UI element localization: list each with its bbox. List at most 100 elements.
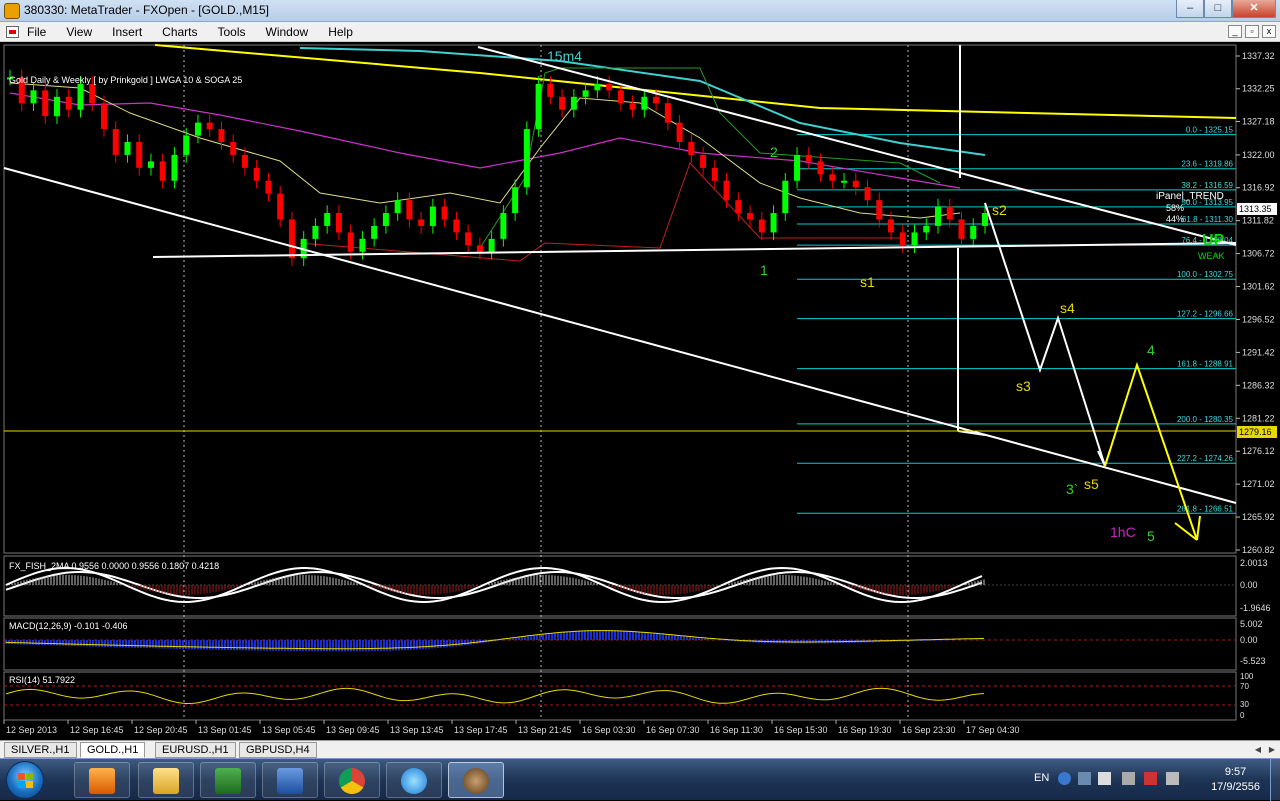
wave-label-2: 2: [770, 144, 778, 160]
menu-view[interactable]: View: [66, 25, 92, 39]
time-tick-label: 13 Sep 01:45: [198, 725, 252, 735]
candle-body: [277, 193, 284, 220]
tab-scroll-left-icon[interactable]: ◀: [1252, 743, 1264, 756]
menu-tools[interactable]: Tools: [218, 25, 246, 39]
rsi-line: [5, 687, 985, 704]
title-bar: 380330: MetaTrader - FXOpen - [GOLD.,M15…: [0, 0, 1280, 22]
help-icon[interactable]: [1058, 772, 1071, 785]
tab-silver[interactable]: SILVER.,H1: [4, 742, 77, 758]
price-tick-label: 1327.18: [1242, 116, 1275, 126]
language-indicator[interactable]: EN: [1034, 772, 1049, 784]
candle-body: [429, 206, 436, 226]
mdi-controls: _ ▫ x: [1225, 25, 1276, 38]
taskbar-explorer[interactable]: [138, 762, 194, 798]
menu-file[interactable]: File: [27, 25, 46, 39]
candle-body: [512, 187, 519, 214]
candle-body: [183, 135, 190, 155]
time-tick-label: 12 Sep 20:45: [134, 725, 188, 735]
mdi-close-button[interactable]: x: [1262, 25, 1276, 38]
tab-gbpusd[interactable]: GBPUSD,H4: [239, 742, 317, 758]
wave-label-3: 3`: [1066, 481, 1078, 497]
price-tick-label: 1306.72: [1242, 249, 1275, 259]
fib-level-label: 61.8 - 1311.30: [1182, 215, 1234, 224]
candle-body: [347, 232, 354, 252]
time-tick-label: 16 Sep 11:30: [710, 725, 763, 735]
red-channel-lower: [299, 162, 900, 262]
taskbar-excel[interactable]: [200, 762, 256, 798]
candle-body: [100, 103, 107, 130]
price-scale[interactable]: 1337.32 1332.25 1327.18 1322.00 1316.92 1311.…: [1236, 51, 1275, 555]
macd-scale-top: 5.002: [1240, 619, 1263, 629]
candle-body: [888, 219, 895, 233]
taskbar-internet-explorer[interactable]: [386, 762, 442, 798]
tab-gold[interactable]: GOLD.,H1: [80, 742, 146, 758]
system-clock[interactable]: 9:57 17/9/2556: [1211, 765, 1260, 795]
mdi-minimize-button[interactable]: _: [1228, 25, 1242, 38]
upper-trendline[interactable]: [477, 46, 1237, 246]
candle-body: [77, 83, 84, 110]
candle-body: [911, 232, 918, 246]
menu-insert[interactable]: Insert: [112, 25, 142, 39]
fish-scale-top: 2.0013: [1240, 558, 1268, 568]
yellow-trendline[interactable]: [154, 44, 1237, 119]
taskbar-metatrader[interactable]: [448, 762, 504, 798]
candle-body: [382, 213, 389, 226]
time-tick-label: 16 Sep 19:30: [838, 725, 892, 735]
candle-body: [629, 103, 636, 110]
candle-body: [371, 225, 378, 239]
chart-window[interactable]: 0.0 - 1325.15 23.6 - 1319.86 38.2 - 1316.5…: [0, 43, 1280, 740]
tab-eurusd[interactable]: EURUSD.,H1: [155, 742, 236, 758]
macd-histogram: [5, 630, 985, 652]
price-chart[interactable]: 0.0 - 1325.15 23.6 - 1319.86 38.2 - 1316.5…: [0, 43, 1280, 740]
taskbar-media-player[interactable]: [74, 762, 130, 798]
tray-expand-icon[interactable]: [1098, 772, 1111, 785]
tab-scroll-right-icon[interactable]: ▶: [1266, 743, 1278, 756]
maximize-button[interactable]: □: [1204, 0, 1232, 18]
start-button[interactable]: [6, 761, 44, 799]
time-tick-label: 13 Sep 17:45: [454, 725, 508, 735]
wave-label-s2: s2: [992, 202, 1007, 218]
candle-body: [758, 219, 765, 233]
macd-scale-mid: 0.00: [1240, 635, 1258, 645]
keyboard-icon[interactable]: [1078, 772, 1091, 785]
menu-help[interactable]: Help: [328, 25, 353, 39]
ipanel-line1: 58%: [1166, 203, 1184, 213]
show-desktop-button[interactable]: [1270, 759, 1280, 801]
volume-icon[interactable]: [1166, 772, 1179, 785]
menu-charts[interactable]: Charts: [162, 25, 197, 39]
candle-body: [970, 225, 977, 239]
candle-body: [53, 96, 60, 117]
rsi-scale-0: 0: [1240, 711, 1245, 720]
candle-body: [899, 232, 906, 246]
window-title: 380330: MetaTrader - FXOpen - [GOLD.,M15…: [24, 3, 269, 17]
taskbar-chrome[interactable]: [324, 762, 380, 798]
word-icon: [277, 768, 303, 794]
fib-level-label: 227.2 - 1274.26: [1177, 454, 1234, 463]
main-chart-border: [3, 44, 1237, 554]
minimize-button[interactable]: –: [1176, 0, 1204, 18]
close-button[interactable]: ✕: [1232, 0, 1276, 18]
taskbar-word[interactable]: [262, 762, 318, 798]
candle-body: [606, 83, 613, 91]
candle-body: [958, 219, 965, 239]
price-tick-label: 1296.52: [1242, 314, 1275, 324]
candle-body: [770, 213, 777, 233]
fib-level-label: 200.0 - 1280.35: [1177, 415, 1234, 424]
menu-window[interactable]: Window: [266, 25, 309, 39]
network-icon[interactable]: [1144, 772, 1157, 785]
macd-signal-line: [5, 630, 985, 650]
wave-label-s5: s5: [1084, 476, 1099, 492]
action-center-icon[interactable]: [1122, 772, 1135, 785]
windows-flag-icon: [18, 773, 34, 789]
price-tick-label: 1265.92: [1242, 512, 1275, 522]
current-price-value: 1313.35: [1239, 204, 1272, 214]
candle-body: [359, 238, 366, 252]
mdi-restore-button[interactable]: ▫: [1245, 25, 1259, 38]
candle-body: [253, 167, 260, 181]
excel-icon: [215, 768, 241, 794]
ipanel-line2: 44%: [1166, 214, 1184, 224]
chart-document-icon[interactable]: [6, 26, 19, 38]
price-tick-label: 1337.32: [1242, 51, 1275, 61]
fish-scale-mid: 0.00: [1240, 580, 1258, 590]
menu-items: File View Insert Charts Tools Window Hel…: [27, 25, 373, 39]
